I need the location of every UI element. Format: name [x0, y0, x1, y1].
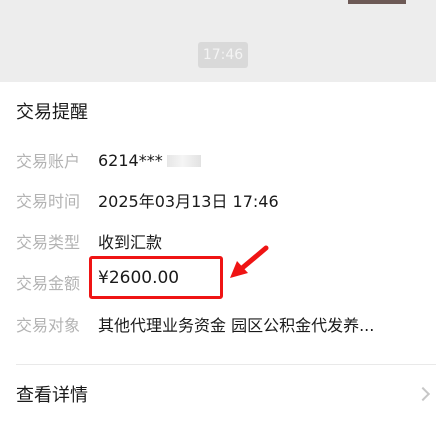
amount-value: ¥2600.00	[98, 268, 180, 288]
view-details-row[interactable]: 查看详情	[0, 365, 436, 421]
account-label: 交易账户	[16, 152, 81, 171]
counterparty-label: 交易对象	[16, 316, 81, 335]
type-value: 收到汇款	[98, 233, 163, 252]
view-details-label: 查看详情	[16, 385, 88, 406]
red-arrow-icon	[230, 245, 269, 278]
time-label: 交易时间	[16, 192, 81, 211]
card-title: 交易提醒	[16, 102, 88, 123]
masked-digits	[166, 155, 201, 167]
account-value: 6214***	[98, 151, 201, 170]
counterparty-row: 交易对象 其他代理业务资金 园区公积金代发养...	[16, 310, 374, 338]
chevron-right-icon	[418, 387, 428, 401]
counterparty-value: 其他代理业务资金 园区公积金代发养...	[98, 316, 375, 335]
amount-label: 交易金额	[16, 274, 81, 293]
account-number: 6214***	[98, 150, 163, 170]
timestamp: 17:46	[198, 42, 248, 68]
type-label: 交易类型	[16, 233, 81, 252]
chat-screen: 17:46 交易提醒 交易账户 6214*** 交易时间 2025年03月13日…	[0, 0, 436, 436]
time-value: 2025年03月13日 17:46	[98, 192, 279, 211]
amount-row: 交易金额	[16, 268, 98, 296]
account-row: 交易账户 6214***	[16, 146, 201, 174]
thumbnail-edge	[348, 0, 406, 4]
type-row: 交易类型 收到汇款	[16, 227, 162, 255]
time-row: 交易时间 2025年03月13日 17:46	[16, 186, 279, 214]
